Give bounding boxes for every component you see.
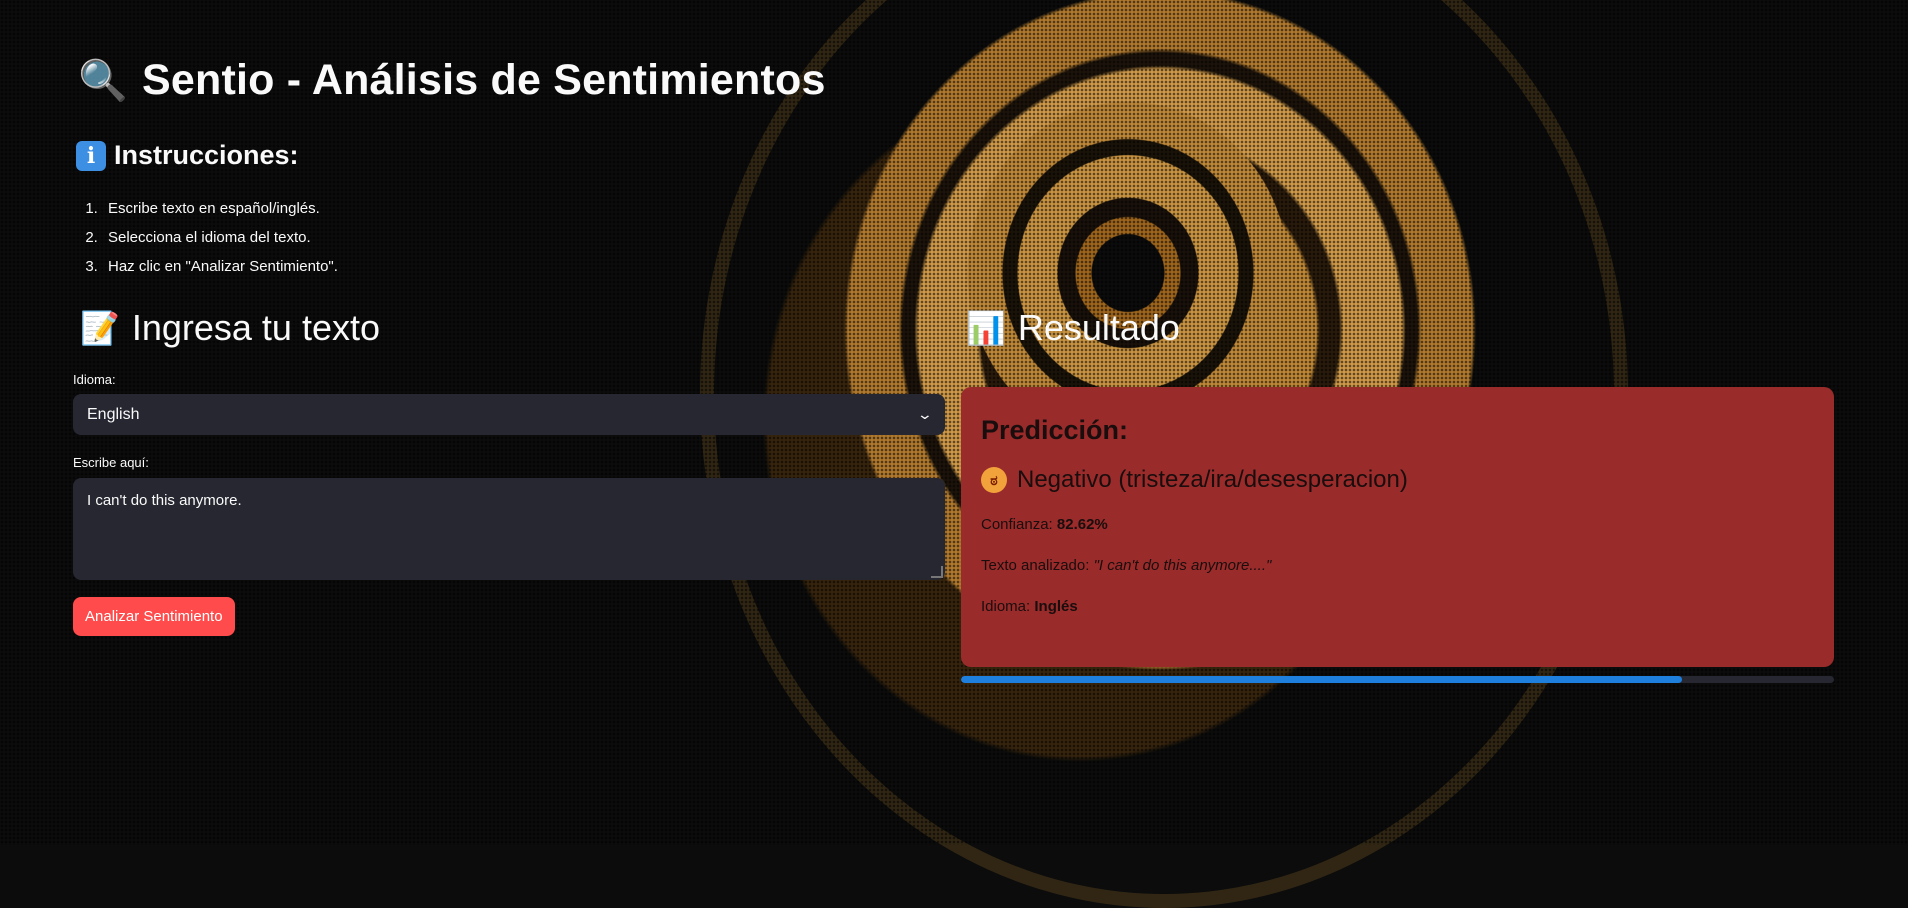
instructions-list: Escribe texto en español/inglés. Selecci…	[74, 194, 338, 281]
bar-chart-icon: 📊	[966, 310, 1006, 346]
result-section-heading: 📊 Resultado	[966, 307, 1180, 349]
text-input[interactable]: I can't do this anymore.	[73, 478, 945, 580]
prediction-text: Negativo (tristeza/ira/desesperacion)	[1017, 466, 1408, 493]
instructions-heading: i Instrucciones:	[76, 140, 299, 171]
confidence-line: Confianza: 82.62%	[981, 516, 1814, 533]
result-language-line: Idioma: Inglés	[981, 598, 1814, 615]
text-input-label: Escribe aquí:	[73, 455, 149, 470]
confidence-value: 82.62%	[1056, 516, 1108, 533]
analyzed-text-line: Texto analizado: "I can't do this anymor…	[981, 557, 1814, 574]
input-section-heading: 📝 Ingresa tu texto	[80, 307, 380, 349]
analyzed-text-label: Texto analizado:	[981, 557, 1094, 574]
analyze-button[interactable]: Analizar Sentimiento	[73, 597, 235, 636]
result-section-heading-text: Resultado	[1017, 307, 1180, 348]
analyzed-text-value: "I can't do this anymore...."	[1093, 557, 1272, 574]
confidence-label: Confianza:	[981, 516, 1057, 533]
text-input-value: I can't do this anymore.	[87, 492, 242, 509]
memo-icon: 📝	[80, 310, 120, 346]
instructions-heading-text: Instrucciones:	[114, 140, 299, 170]
result-language-label: Idioma:	[981, 598, 1035, 615]
angry-face-icon: ಠ	[981, 467, 1007, 493]
instruction-step: Selecciona el idioma del texto.	[102, 223, 338, 252]
page-title: 🔍 Sentio - Análisis de Sentimientos	[78, 56, 826, 105]
confidence-progress-fill	[961, 676, 1683, 683]
app-container: 🔍 Sentio - Análisis de Sentimientos i In…	[0, 0, 1908, 845]
magnifier-icon: 🔍	[78, 59, 129, 103]
instruction-step: Escribe texto en español/inglés.	[102, 194, 338, 223]
prediction-result: ಠ Negativo (tristeza/ira/desesperacion)	[981, 466, 1814, 494]
language-select-label: Idioma:	[73, 372, 116, 387]
prediction-heading: Predicción:	[981, 415, 1129, 445]
info-icon: i	[76, 140, 106, 171]
input-section-heading-text: Ingresa tu texto	[131, 307, 380, 348]
result-card: Predicción: ಠ Negativo (tristeza/ira/des…	[961, 387, 1834, 667]
page-title-text: Sentio - Análisis de Sentimientos	[142, 56, 826, 104]
result-language-value: Inglés	[1034, 598, 1078, 615]
language-select-value: English	[87, 405, 140, 423]
instruction-step: Haz clic en "Analizar Sentimiento".	[102, 252, 338, 281]
language-select[interactable]: English ⌄	[73, 394, 945, 435]
resize-handle-icon[interactable]	[931, 566, 943, 578]
chevron-down-icon[interactable]: ⌄	[917, 406, 933, 423]
confidence-progress-bar	[961, 676, 1834, 683]
